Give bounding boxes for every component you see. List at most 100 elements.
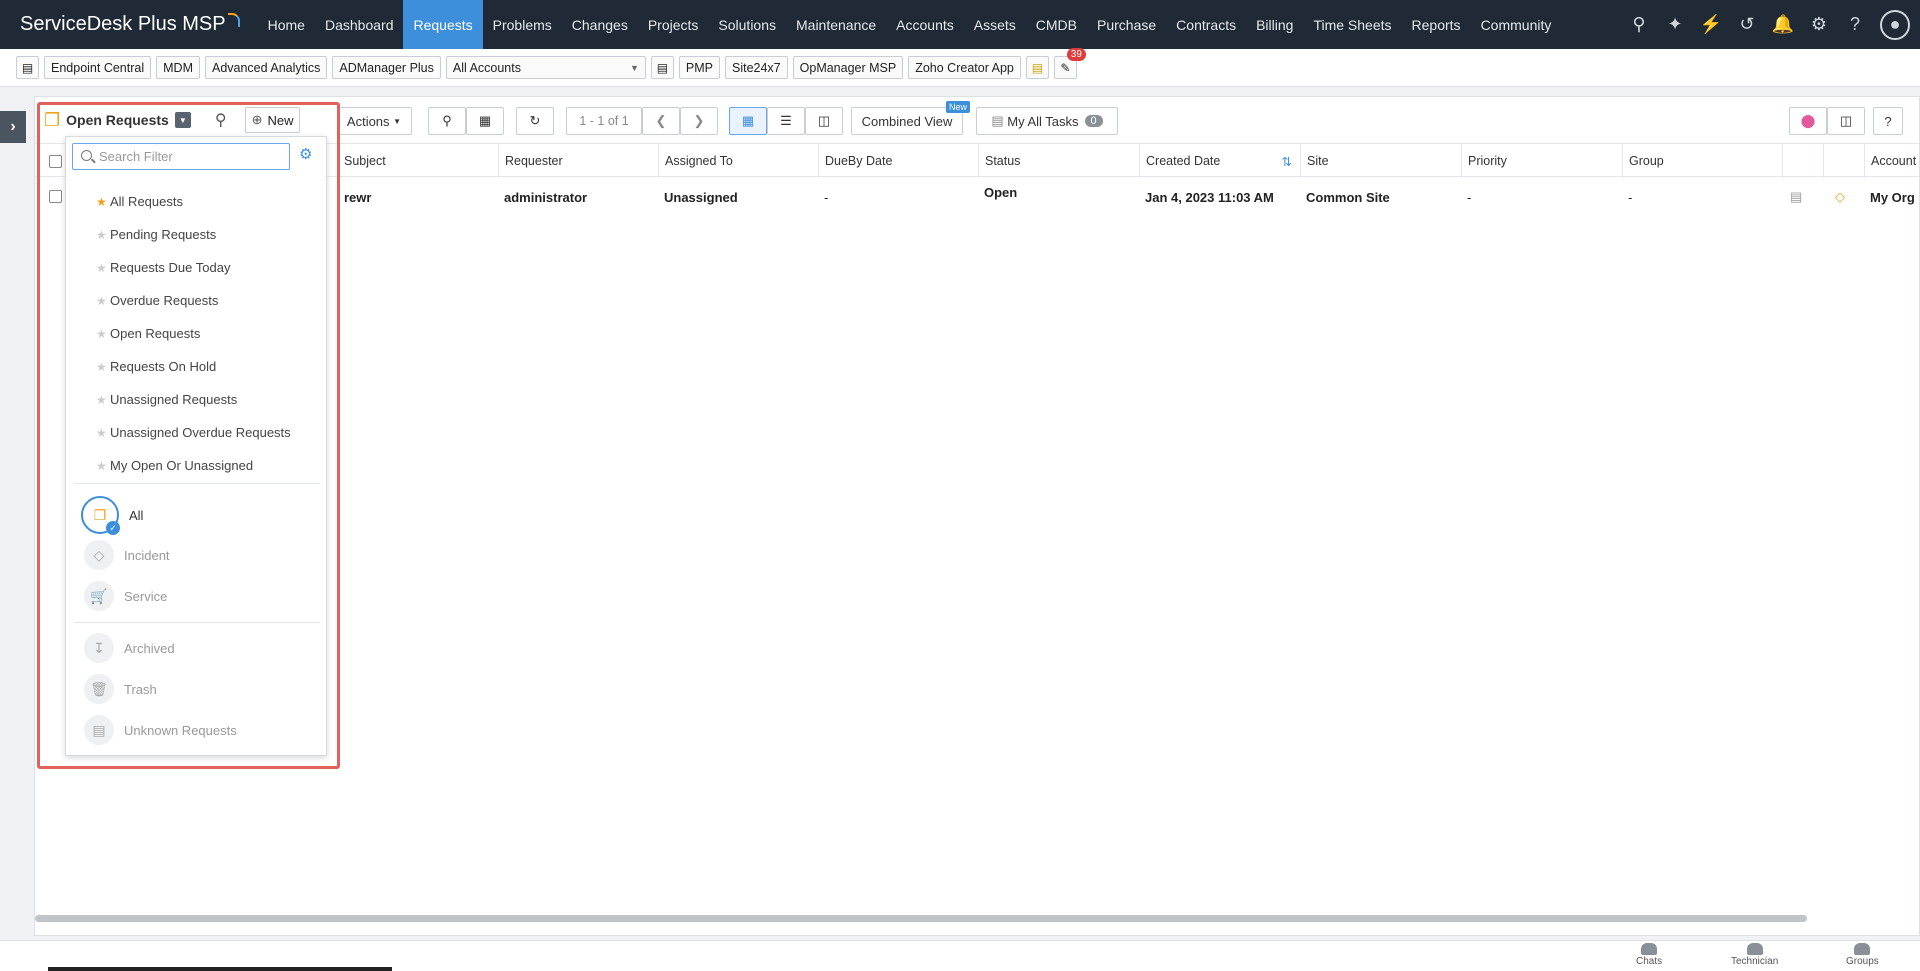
search-filter-input[interactable]: Search Filter xyxy=(72,143,290,170)
category-service[interactable]: 🛒 Service xyxy=(66,576,326,616)
pmp-button[interactable]: PMP xyxy=(678,56,720,79)
account-info-icon[interactable]: ▤ xyxy=(650,56,674,79)
view-dropdown-toggle[interactable]: ▼ xyxy=(174,112,191,128)
column-header-created-date[interactable]: Created Date ⇅ xyxy=(1139,144,1300,178)
filter-item-open-requests[interactable]: ★ Open Requests xyxy=(66,317,326,350)
nav-billing[interactable]: Billing xyxy=(1246,0,1303,49)
groups-button[interactable]: Groups xyxy=(1846,943,1879,967)
chats-button[interactable]: Chats xyxy=(1636,943,1662,967)
cell-priority[interactable]: - xyxy=(1461,177,1471,217)
account-select[interactable]: All Accounts ▼ xyxy=(445,56,646,79)
advanced-analytics-button[interactable]: Advanced Analytics xyxy=(204,56,328,79)
nav-home[interactable]: Home xyxy=(258,0,315,49)
grid-view-button[interactable]: ▦ xyxy=(729,107,767,135)
select-all-checkbox[interactable] xyxy=(49,155,62,168)
nav-purchase[interactable]: Purchase xyxy=(1087,0,1166,49)
nav-accounts[interactable]: Accounts xyxy=(886,0,964,49)
star-icon[interactable]: ★ xyxy=(66,327,107,341)
sidebar-expand-toggle[interactable]: › xyxy=(0,111,26,143)
quick-actions-icon[interactable]: ⚡ xyxy=(1700,14,1722,36)
admanager-plus-button[interactable]: ADManager Plus xyxy=(332,56,441,79)
unknown-requests-item[interactable]: ▤ Unknown Requests xyxy=(66,710,326,750)
filter-item-my-open-or-unassigned[interactable]: ★ My Open Or Unassigned xyxy=(66,449,326,482)
column-header-group[interactable]: Group xyxy=(1622,144,1782,178)
column-header-dueby-date[interactable]: DueBy Date xyxy=(818,144,978,178)
notes-icon[interactable]: ▤ xyxy=(1025,56,1049,79)
column-header-subject[interactable]: Subject xyxy=(338,144,498,178)
nav-contracts[interactable]: Contracts xyxy=(1166,0,1246,49)
cell-assigned-to[interactable]: Unassigned xyxy=(658,177,738,217)
filter-item-all-requests[interactable]: ★ All Requests xyxy=(66,185,326,218)
star-icon[interactable]: ★ xyxy=(66,294,107,308)
nav-solutions[interactable]: Solutions xyxy=(708,0,786,49)
app-logo[interactable]: ServiceDesk Plus MSP xyxy=(0,0,258,49)
filter-item-overdue-requests[interactable]: ★ Overdue Requests xyxy=(66,284,326,317)
trash-item[interactable]: 🗑 Trash xyxy=(66,669,326,709)
cell-status[interactable]: Open xyxy=(978,177,1017,207)
site24x7-button[interactable]: Site24x7 xyxy=(724,56,788,79)
filter-item-requests-on-hold[interactable]: ★ Requests On Hold xyxy=(66,350,326,383)
history-icon[interactable]: ↺ xyxy=(1736,14,1758,36)
reminders-icon[interactable]: ✎ 39 xyxy=(1053,48,1086,79)
combined-view-button[interactable]: Combined View New xyxy=(851,101,970,135)
color-legend-button[interactable]: ⬤ xyxy=(1789,107,1827,135)
list-view-button[interactable]: ☰ xyxy=(767,107,805,135)
row-checkbox[interactable] xyxy=(49,190,62,203)
column-header-site[interactable]: Site xyxy=(1300,144,1461,178)
search-icon[interactable]: ⚲ xyxy=(1628,14,1650,36)
horizontal-scrollbar[interactable] xyxy=(35,915,1807,922)
sort-icon[interactable]: ⇅ xyxy=(1282,154,1292,169)
filter-item-unassigned-requests[interactable]: ★ Unassigned Requests xyxy=(66,383,326,416)
nav-time-sheets[interactable]: Time Sheets xyxy=(1303,0,1401,49)
column-header-assigned-to[interactable]: Assigned To xyxy=(658,144,818,178)
nav-reports[interactable]: Reports xyxy=(1402,0,1471,49)
search-list-button[interactable]: ⚲ xyxy=(428,107,466,135)
star-icon[interactable]: ★ xyxy=(66,360,107,374)
cell-group[interactable]: - xyxy=(1622,177,1632,217)
nav-changes[interactable]: Changes xyxy=(562,0,638,49)
conversation-icon[interactable]: ▤ xyxy=(1784,177,1802,217)
nav-requests[interactable]: Requests xyxy=(403,0,483,49)
star-icon[interactable]: ★ xyxy=(66,195,107,209)
refresh-button[interactable]: ↻ xyxy=(516,107,554,135)
technician-button[interactable]: Technician xyxy=(1731,943,1778,967)
filter-item-unassigned-overdue-requests[interactable]: ★ Unassigned Overdue Requests xyxy=(66,416,326,449)
star-icon[interactable]: ★ xyxy=(66,393,107,407)
cell-subject[interactable]: rewr xyxy=(338,177,371,217)
zoho-creator-button[interactable]: Zoho Creator App xyxy=(908,56,1021,79)
advanced-search-icon[interactable]: ⚲ xyxy=(215,110,227,130)
star-icon[interactable]: ★ xyxy=(66,426,107,440)
filter-item-pending-requests[interactable]: ★ Pending Requests xyxy=(66,218,326,251)
star-icon[interactable]: ★ xyxy=(66,228,107,242)
endpoint-central-button[interactable]: Endpoint Central xyxy=(44,56,152,79)
new-request-icon[interactable]: ▤ xyxy=(16,56,39,79)
new-request-button[interactable]: ⊕ New xyxy=(244,107,301,133)
category-incident[interactable]: ◇ Incident xyxy=(66,535,326,575)
column-header-requester[interactable]: Requester xyxy=(498,144,658,178)
nav-cmdb[interactable]: CMDB xyxy=(1026,0,1087,49)
notifications-icon[interactable]: 🔔 xyxy=(1772,14,1794,36)
column-header-status[interactable]: Status xyxy=(978,144,1139,178)
nav-dashboard[interactable]: Dashboard xyxy=(315,0,404,49)
category-all[interactable]: ❐ ✓ All xyxy=(66,495,326,535)
nav-community[interactable]: Community xyxy=(1471,0,1562,49)
actions-button[interactable]: Actions ▼ xyxy=(336,107,412,135)
request-type-tag-icon[interactable]: ◇ xyxy=(1829,177,1845,217)
nav-maintenance[interactable]: Maintenance xyxy=(786,0,886,49)
column-header-priority[interactable]: Priority xyxy=(1461,144,1622,178)
zia-icon[interactable]: ✦ xyxy=(1664,14,1686,36)
star-icon[interactable]: ★ xyxy=(66,459,107,473)
nav-projects[interactable]: Projects xyxy=(638,0,709,49)
settings-icon[interactable]: ⚙ xyxy=(1808,14,1830,36)
help-button[interactable]: ? xyxy=(1873,107,1903,135)
view-title[interactable]: Open Requests xyxy=(66,112,169,128)
filter-settings-gear-icon[interactable]: ⚙ xyxy=(299,147,315,163)
layout-settings-button[interactable]: ◫ xyxy=(1827,107,1865,135)
archived-requests-item[interactable]: ↧ Archived xyxy=(66,628,326,668)
prev-page-button[interactable]: ❮ xyxy=(642,107,680,135)
opmanager-msp-button[interactable]: OpManager MSP xyxy=(792,56,904,79)
next-page-button[interactable]: ❯ xyxy=(680,107,718,135)
mdm-button[interactable]: MDM xyxy=(156,56,200,79)
column-view-button[interactable]: ◫ xyxy=(805,107,843,135)
nav-problems[interactable]: Problems xyxy=(483,0,562,49)
